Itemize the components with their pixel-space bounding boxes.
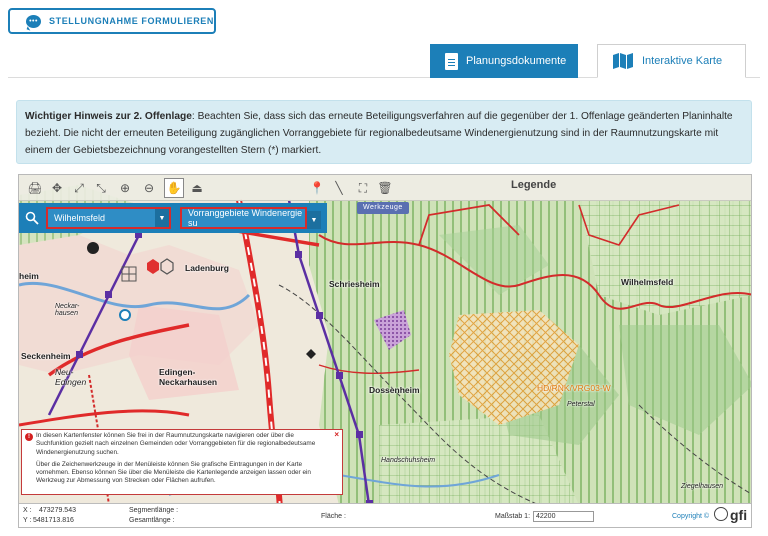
close-icon[interactable]: × [334, 430, 339, 439]
statement-button[interactable]: ••• STELLUNGNAHME FORMULIEREN [8, 8, 216, 34]
pan-hand-icon[interactable]: ✋ [164, 178, 184, 198]
map-search-bar: Wilhelmsfeld ▼ Vorranggebiete Windenergi… [19, 203, 327, 233]
chevron-down-icon[interactable]: ▼ [155, 209, 169, 227]
map-status-bar: X : 473279.543 Y : 5481713.816 Segmentlä… [19, 503, 751, 527]
warning-icon: ! [25, 433, 33, 441]
vorranggebiet-label: HD/RNK/VRG03-W [537, 383, 611, 393]
zoom-in-icon[interactable]: ⊕ [115, 178, 135, 198]
hint-box: Wichtiger Hinweis zur 2. Offenlage: Beac… [16, 100, 752, 164]
place-ladenburg: Ladenburg [185, 263, 229, 273]
map-viewer[interactable]: 🖨 ✥ ⤢ ⤡ ⊕ ⊖ ✋ ⏏ 📍 ╲ ⛶ 🗑 Legende Werkzeug… [18, 174, 752, 528]
chat-bubble-icon: ••• [26, 14, 41, 28]
zoom-extent-icon[interactable]: ⤡ [91, 178, 111, 198]
gfi-logo-text: gfi [730, 507, 748, 523]
gemeinde-select-value: Wilhelmsfeld [54, 213, 106, 223]
y-label: Y : [23, 517, 32, 524]
map-toolbar: 🖨 ✥ ⤢ ⤡ ⊕ ⊖ ✋ ⏏ 📍 ╲ ⛶ 🗑 Legende [19, 175, 751, 201]
document-icon [445, 52, 458, 70]
tab-label: Interaktive Karte [642, 55, 723, 67]
tab-interaktive-karte[interactable]: Interaktive Karte [597, 44, 746, 78]
place-heim: heim [19, 271, 39, 281]
place-neu-edingen: Neu- Edingen [55, 367, 87, 387]
map-icon [613, 53, 633, 69]
tools-label[interactable]: Werkzeuge [357, 202, 409, 214]
gemeinde-select[interactable]: Wilhelmsfeld ▼ [46, 207, 171, 229]
measure-icon[interactable]: ⏏ [187, 178, 207, 198]
zoom-out-icon[interactable]: ⊖ [139, 178, 159, 198]
segment-length-label: Segmentlänge : [129, 507, 179, 514]
place-peterstal: Peterstal [567, 401, 595, 408]
statement-button-label: STELLUNGNAHME FORMULIEREN [49, 16, 214, 26]
place-seckenheim: Seckenheim [21, 351, 71, 361]
place-wilhelmsfeld: Wilhelmsfeld [621, 277, 674, 287]
legend-button[interactable]: Legende [511, 179, 556, 191]
full-extent-icon[interactable]: ⤢ [69, 178, 89, 198]
total-length-label: Gesamtlänge : [129, 517, 175, 524]
draw-line-icon[interactable]: ╲ [329, 178, 349, 198]
info-paragraph-2: Über die Zeichenwerkzeuge in der Menülei… [36, 460, 311, 485]
vorranggebiet-select[interactable]: Vorranggebiete Windenergie su [180, 207, 307, 229]
x-label: X : [23, 507, 32, 514]
gfi-globe-icon [714, 507, 728, 521]
info-box: ! × In diesen Kartenfenster können Sie f… [21, 429, 343, 495]
place-neckarhausen: Neckar- hausen [55, 303, 80, 317]
place-schriesheim: Schriesheim [329, 279, 380, 289]
scale-input[interactable]: 42200 [533, 511, 594, 522]
area-label: Fläche : [321, 513, 346, 520]
hint-title: Wichtiger Hinweis zur 2. Offenlage [25, 111, 192, 122]
y-value: 5481713.816 [33, 517, 74, 524]
x-value: 473279.543 [39, 507, 76, 514]
copyright-text: Copyright © [672, 513, 710, 520]
place-ziegelhausen: Ziegelhausen [681, 483, 724, 490]
info-paragraph-1: In diesen Kartenfenster können Sie frei … [36, 432, 316, 456]
print-icon[interactable]: 🖨 [25, 178, 45, 198]
vorranggebiet-select-value: Vorranggebiete Windenergie su [188, 208, 303, 228]
tab-planungsdokumente[interactable]: Planungsdokumente [430, 44, 578, 78]
scale-label: Maßstab 1: [495, 513, 531, 520]
delete-icon[interactable]: 🗑 [375, 178, 395, 198]
page: ••• STELLUNGNAHME FORMULIEREN Planungsdo… [0, 0, 768, 536]
tab-label: Planungsdokumente [466, 55, 567, 67]
chevron-down-icon[interactable]: ▼ [307, 211, 321, 229]
pan-arrows-icon[interactable]: ✥ [47, 178, 67, 198]
place-edingen-neckarhausen: Edingen- Neckarhausen [159, 367, 218, 387]
draw-point-icon[interactable]: 📍 [307, 178, 327, 198]
place-handschuhsheim: Handschuhsheim [381, 457, 436, 464]
search-icon[interactable] [23, 209, 41, 227]
place-dossenheim: Dossenheim [369, 385, 420, 395]
draw-polygon-icon[interactable]: ⛶ [353, 178, 373, 198]
